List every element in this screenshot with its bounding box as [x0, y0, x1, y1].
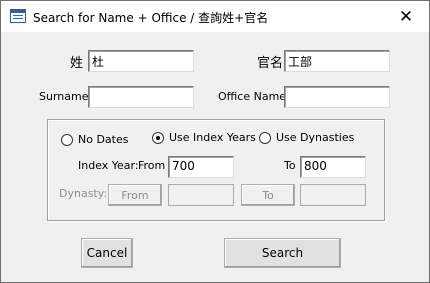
surname-input[interactable] [88, 86, 194, 108]
radio-use-dynasties-label[interactable]: Use Dynasties [276, 131, 354, 144]
dynasty-from-input[interactable] [168, 184, 234, 206]
dynasty-to-button[interactable]: To [241, 184, 295, 206]
index-year-to-label: To [284, 159, 296, 172]
dynasty-to-input[interactable] [300, 184, 366, 206]
index-year-from-label: From [138, 159, 166, 172]
office-name-input[interactable] [284, 86, 390, 108]
radio-use-index-years-label[interactable]: Use Index Years [169, 131, 256, 144]
surname-label: Surname: [39, 90, 93, 103]
radio-use-dynasties[interactable] [259, 132, 271, 144]
title-bar: Search for Name + Office / 查詢姓+官名 ✕ [1, 1, 429, 32]
chinese-name-label: 姓 [70, 56, 84, 71]
office-name-label: Office Name: [218, 90, 290, 103]
index-year-from-input[interactable]: 700 [168, 156, 234, 178]
radio-no-dates[interactable] [61, 134, 73, 146]
chinese-office-input[interactable]: 工部 [284, 50, 390, 72]
chinese-office-label: 官名 [257, 56, 284, 71]
chinese-name-input[interactable]: 杜 [88, 50, 194, 72]
dynasty-from-button[interactable]: From [108, 184, 162, 206]
cancel-button[interactable]: Cancel [81, 238, 133, 268]
window-title: Search for Name + Office / 查詢姓+官名 [33, 11, 269, 25]
close-icon[interactable]: ✕ [383, 1, 429, 32]
radio-no-dates-label[interactable]: No Dates [78, 133, 128, 146]
dialog-window: Search for Name + Office / 查詢姓+官名 ✕ 姓 杜 … [0, 0, 430, 283]
index-year-label: Index Year: [78, 159, 139, 172]
radio-use-index-years[interactable] [152, 132, 164, 144]
dynasty-label: Dynasty: [59, 187, 108, 200]
index-year-to-input[interactable]: 800 [300, 156, 366, 178]
form-icon [10, 9, 26, 23]
search-button[interactable]: Search [224, 238, 341, 268]
